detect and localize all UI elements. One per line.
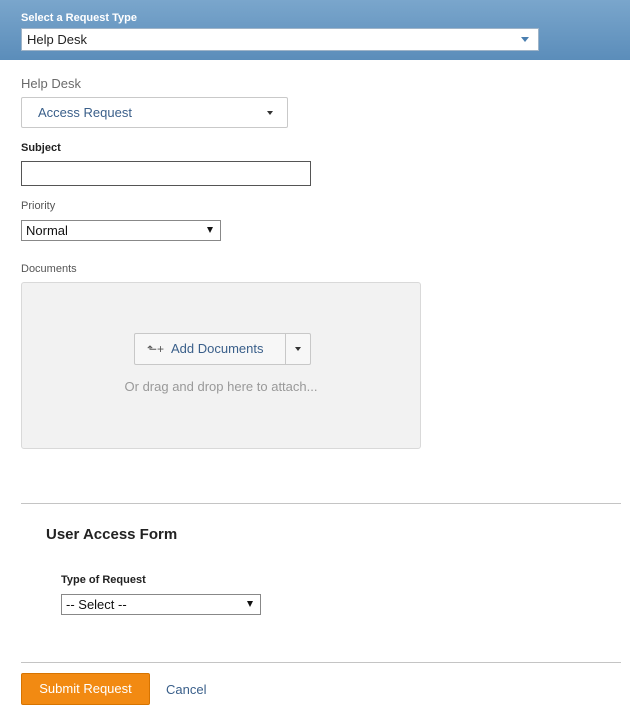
- request-type-select[interactable]: Help Desk: [21, 28, 539, 51]
- type-of-request-label: Type of Request: [61, 574, 146, 586]
- request-type-header: Select a Request Type Help Desk: [0, 0, 630, 60]
- chevron-down-icon: [247, 601, 253, 607]
- subject-label: Subject: [21, 142, 61, 154]
- documents-label: Documents: [21, 263, 77, 275]
- documents-dropzone[interactable]: ⬑+ Add Documents Or drag and drop here t…: [21, 282, 421, 449]
- request-type-label: Select a Request Type: [21, 12, 137, 24]
- request-type-value: Help Desk: [27, 32, 87, 47]
- user-access-form-title: User Access Form: [46, 526, 178, 543]
- add-documents-button-group: ⬑+ Add Documents: [134, 333, 311, 365]
- chevron-down-icon: [521, 37, 529, 42]
- section-divider: [21, 503, 621, 504]
- chevron-down-icon: [295, 347, 301, 351]
- category-value: Access Request: [38, 105, 132, 120]
- add-documents-button[interactable]: ⬑+ Add Documents: [135, 334, 286, 364]
- category-dropdown[interactable]: Access Request: [21, 97, 288, 128]
- priority-select[interactable]: Normal: [21, 220, 221, 241]
- chevron-down-icon: [207, 227, 213, 233]
- type-of-request-select[interactable]: -- Select --: [61, 594, 261, 615]
- actions-divider: [21, 662, 621, 663]
- priority-value: Normal: [26, 223, 68, 238]
- chevron-down-icon: [267, 111, 273, 115]
- request-form-page: Select a Request Type Help Desk Help Des…: [0, 0, 630, 710]
- category-label: Help Desk: [21, 76, 81, 91]
- submit-request-button[interactable]: Submit Request: [21, 673, 150, 705]
- subject-input[interactable]: [21, 161, 311, 186]
- priority-label: Priority: [21, 200, 56, 212]
- type-of-request-value: -- Select --: [66, 597, 127, 612]
- add-documents-label: Add Documents: [171, 341, 264, 356]
- cancel-link[interactable]: Cancel: [166, 682, 206, 697]
- drop-hint-text: Or drag and drop here to attach...: [124, 379, 318, 394]
- add-file-icon: ⬑+: [147, 342, 165, 356]
- add-documents-dropdown-toggle[interactable]: [286, 334, 310, 364]
